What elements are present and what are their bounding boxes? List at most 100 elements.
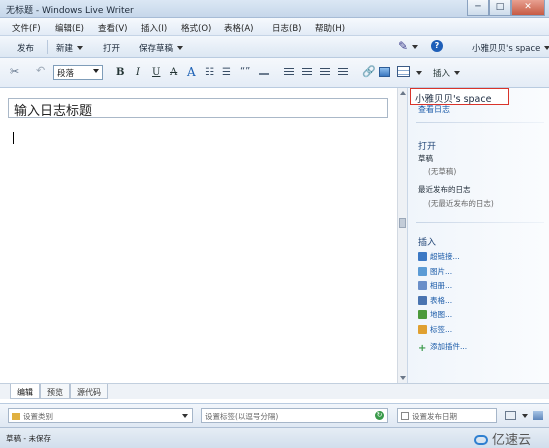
sidebar: 小雅贝贝's space 查看日志 打开 草稿 (无草稿) 最近发布的日志 (无… xyxy=(407,88,549,383)
expand-icon[interactable] xyxy=(533,411,543,420)
menu-table[interactable]: 表格(A) xyxy=(224,22,253,34)
tab-preview[interactable]: 预览 xyxy=(40,384,70,399)
strikethrough-button[interactable]: A xyxy=(170,67,177,78)
paragraph-style-select[interactable]: 段落 xyxy=(53,65,103,80)
scroll-down-icon[interactable] xyxy=(400,376,406,380)
table-icon xyxy=(418,296,427,305)
view-tabs: 编辑 预览 源代码 xyxy=(0,383,549,399)
bullet-list-icon[interactable]: ☰ xyxy=(222,67,231,78)
chevron-down-icon xyxy=(93,69,99,73)
bold-button[interactable]: B xyxy=(116,67,124,78)
scroll-up-icon[interactable] xyxy=(400,91,406,95)
divider xyxy=(416,122,544,123)
menu-edit[interactable]: 编辑(E) xyxy=(55,22,84,34)
drafts-empty: (无草稿) xyxy=(428,167,457,176)
table-icon[interactable] xyxy=(397,66,410,77)
recent-posts-empty: (无最近发布的日志) xyxy=(428,199,494,208)
calendar-icon[interactable] xyxy=(505,411,516,420)
scroll-thumb[interactable] xyxy=(399,218,406,228)
picture-icon[interactable] xyxy=(379,67,390,77)
title-bar: 无标题 - Windows Live Writer ─ □ ✕ xyxy=(0,0,549,18)
status-bar: 草稿 - 未保存 xyxy=(0,427,549,448)
minimize-button[interactable]: ─ xyxy=(467,0,489,16)
divider xyxy=(416,222,544,223)
view-blog-link[interactable]: 查看日志 xyxy=(418,104,450,115)
menu-view[interactable]: 查看(V) xyxy=(98,22,127,34)
insert-table-link[interactable]: 表格... xyxy=(418,295,452,306)
font-color-button[interactable]: A xyxy=(187,65,196,79)
insert-hyperlink-link[interactable]: 超链接... xyxy=(418,251,460,262)
cut-icon[interactable]: ✂ xyxy=(10,65,19,78)
save-draft-button[interactable]: 保存草稿 xyxy=(139,42,184,54)
command-bar: 发布 新建 打开 保存草稿 ✎ ? 小雅贝贝's space xyxy=(0,36,549,58)
tags-input[interactable]: 设置标签(以逗号分隔) ↻ xyxy=(201,408,388,423)
insert-map-link[interactable]: 地图... xyxy=(418,309,452,320)
chevron-down-icon xyxy=(177,46,184,50)
numbered-list-icon[interactable]: ☷ xyxy=(205,67,214,78)
divider xyxy=(47,40,48,54)
help-icon[interactable]: ? xyxy=(431,40,443,52)
menu-bar: 文件(F) 编辑(E) 查看(V) 插入(I) 格式(O) 表格(A) 日志(B… xyxy=(0,18,549,36)
maximize-button[interactable]: □ xyxy=(489,0,511,16)
cloud-icon xyxy=(473,435,488,445)
open-heading: 打开 xyxy=(418,142,437,152)
align-left-icon[interactable] xyxy=(284,68,294,77)
chevron-down-icon xyxy=(182,414,188,418)
align-right-icon[interactable] xyxy=(320,68,330,77)
tag-icon xyxy=(418,325,427,334)
theme-brush-icon[interactable]: ✎ xyxy=(398,39,419,53)
align-center-icon[interactable] xyxy=(302,68,312,77)
blog-name[interactable]: 小雅贝贝's space xyxy=(410,88,509,105)
chevron-down-icon xyxy=(412,45,419,49)
menu-help[interactable]: 帮助(H) xyxy=(315,22,345,34)
window-controls: ─ □ ✕ xyxy=(467,0,545,16)
tab-source[interactable]: 源代码 xyxy=(70,384,108,399)
folder-icon xyxy=(12,413,20,420)
text-cursor xyxy=(13,132,14,144)
open-button[interactable]: 打开 xyxy=(103,42,120,54)
plus-icon: + xyxy=(418,343,427,354)
menu-format[interactable]: 格式(O) xyxy=(181,22,211,34)
add-plugin-link[interactable]: + 添加插件... xyxy=(418,341,467,354)
close-button[interactable]: ✕ xyxy=(511,0,545,16)
publish-date-field[interactable]: 设置发布日期 xyxy=(397,408,497,423)
underline-button[interactable]: U xyxy=(152,67,160,78)
picture-icon xyxy=(418,267,427,276)
align-justify-icon[interactable] xyxy=(338,68,348,77)
chevron-down-icon xyxy=(544,46,549,50)
watermark-logo: 亿速云 xyxy=(473,429,531,448)
post-properties-bar: 设置类别 设置标签(以逗号分隔) ↻ 设置发布日期 xyxy=(0,403,549,427)
hyperlink-icon xyxy=(418,252,427,261)
new-button[interactable]: 新建 xyxy=(56,42,84,54)
italic-button[interactable]: I xyxy=(136,67,140,78)
horizontal-line-icon[interactable] xyxy=(259,73,269,75)
category-field[interactable]: 设置类别 xyxy=(8,408,193,423)
chevron-down-icon[interactable] xyxy=(412,68,422,79)
editor-area[interactable]: 输入日志标题 xyxy=(0,88,397,383)
menu-insert[interactable]: 插入(I) xyxy=(141,22,167,34)
drafts-label: 草稿 xyxy=(418,154,433,163)
post-title-input[interactable]: 输入日志标题 xyxy=(8,98,388,119)
formatting-toolbar: ✂ ↶ 段落 B I U A A ☷ ☰ “” 🔗 插入 xyxy=(0,58,549,88)
tab-edit[interactable]: 编辑 xyxy=(10,384,40,399)
chevron-down-icon[interactable] xyxy=(518,412,528,422)
status-text: 草稿 - 未保存 xyxy=(6,434,51,443)
map-icon xyxy=(418,310,427,319)
publish-button[interactable]: 发布 xyxy=(17,42,34,54)
checkbox-icon[interactable] xyxy=(401,412,409,420)
chevron-down-icon xyxy=(454,71,461,75)
undo-icon[interactable]: ↶ xyxy=(36,64,45,77)
blog-account-selector[interactable]: 小雅贝贝's space xyxy=(472,42,549,54)
window-title: 无标题 - Windows Live Writer xyxy=(6,6,134,16)
editor-scrollbar[interactable] xyxy=(397,88,407,383)
refresh-icon[interactable]: ↻ xyxy=(375,411,384,420)
hyperlink-icon[interactable]: 🔗 xyxy=(362,65,376,78)
insert-picture-link[interactable]: 图片... xyxy=(418,266,452,277)
menu-file[interactable]: 文件(F) xyxy=(12,22,41,34)
menu-blog[interactable]: 日志(B) xyxy=(272,22,301,34)
insert-tag-link[interactable]: 标签... xyxy=(418,324,452,335)
insert-heading: 插入 xyxy=(418,238,437,248)
insert-album-link[interactable]: 相册... xyxy=(418,280,452,291)
blockquote-icon[interactable]: “” xyxy=(240,66,250,77)
insert-menu-button[interactable]: 插入 xyxy=(433,67,461,79)
